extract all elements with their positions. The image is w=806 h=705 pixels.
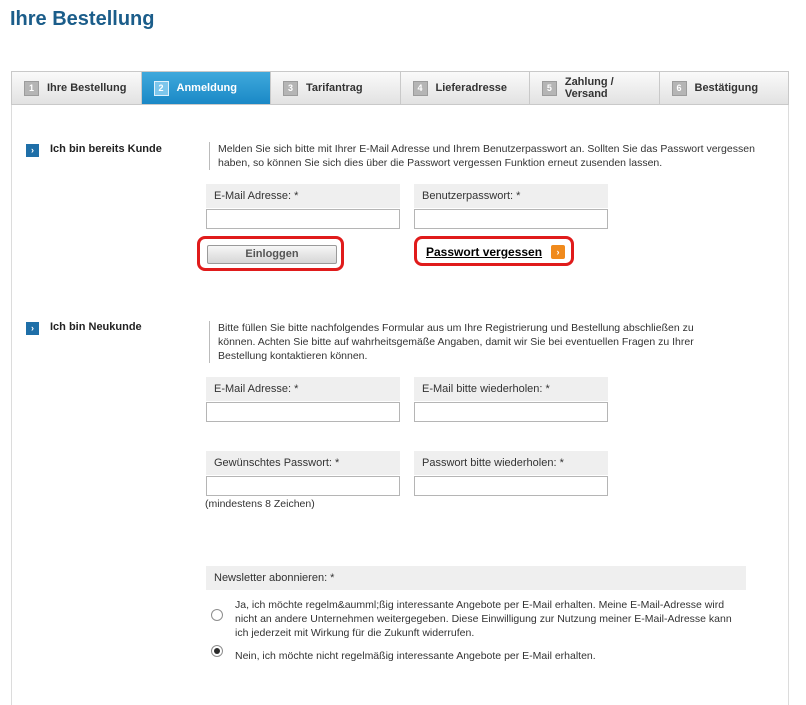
login-email-input[interactable] [206, 209, 400, 229]
step-number: 5 [542, 80, 557, 96]
register-password-input[interactable] [206, 476, 400, 496]
tab-bestaetigung[interactable]: 6 Bestätigung [659, 72, 788, 104]
tab-label: Bestätigung [694, 82, 759, 94]
step-number: 2 [153, 80, 169, 96]
register-password-repeat-label: Passwort bitte wiederholen: * [414, 451, 608, 475]
chevron-right-icon: › [26, 144, 39, 157]
newsletter-no-text: Nein, ich möchte nicht regelmäßig intere… [235, 650, 596, 662]
newsletter-label: Newsletter abonnieren: * [206, 566, 746, 590]
new-customer-description: Bitte füllen Sie bitte nachfolgendes For… [209, 321, 728, 363]
tab-lieferadresse[interactable]: 4 Lieferadresse [400, 72, 530, 104]
login-email-label: E-Mail Adresse: * [206, 184, 400, 208]
step-number: 6 [671, 80, 687, 96]
login-password-input[interactable] [414, 209, 608, 229]
step-number: 1 [24, 80, 39, 96]
login-button[interactable]: Einloggen [207, 245, 337, 264]
tab-label: Tarifantrag [306, 82, 363, 94]
arrow-right-icon[interactable]: › [551, 245, 565, 259]
register-email-repeat-input[interactable] [414, 402, 608, 422]
tab-label: Lieferadresse [435, 82, 508, 94]
register-password-repeat-input[interactable] [414, 476, 608, 496]
tab-zahlung-versand[interactable]: 5 Zahlung / Versand [530, 72, 660, 104]
new-customer-title: Ich bin Neukunde [50, 321, 142, 333]
existing-customer-description: Melden Sie sich bitte mit Ihrer E-Mail A… [209, 142, 758, 170]
forgot-password-link[interactable]: Passwort vergessen [426, 245, 542, 259]
register-password-label: Gewünschtes Passwort: * [206, 451, 400, 475]
password-hint: (mindestens 8 Zeichen) [205, 498, 315, 510]
tab-anmeldung[interactable]: 2 Anmeldung [141, 72, 271, 104]
step-number: 3 [283, 80, 298, 96]
tab-tarifantrag[interactable]: 3 Tarifantrag [271, 72, 401, 104]
step-tabs: 1 Ihre Bestellung 2 Anmeldung 3 Tarifant… [11, 71, 789, 105]
register-email-label: E-Mail Adresse: * [206, 377, 400, 401]
chevron-right-icon: › [26, 322, 39, 335]
tab-label: Anmeldung [176, 82, 238, 94]
tab-label: Ihre Bestellung [47, 82, 127, 94]
tab-label: Zahlung / Versand [564, 76, 614, 100]
login-password-label: Benutzerpasswort: * [414, 184, 608, 208]
step-number: 4 [412, 80, 428, 96]
page-title: Ihre Bestellung [10, 8, 155, 30]
newsletter-yes-text: Ja, ich möchte regelm&aumml;ßig interess… [235, 599, 732, 639]
register-email-repeat-label: E-Mail bitte wiederholen: * [414, 377, 608, 401]
register-email-input[interactable] [206, 402, 400, 422]
newsletter-yes-radio[interactable] [211, 609, 223, 621]
newsletter-no-radio[interactable] [211, 645, 223, 657]
tab-ihre-bestellung[interactable]: 1 Ihre Bestellung [12, 72, 142, 104]
existing-customer-title: Ich bin bereits Kunde [50, 143, 162, 155]
